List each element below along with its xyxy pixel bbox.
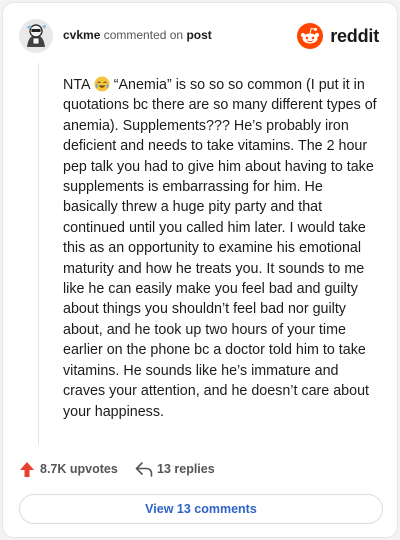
comment-header: cvkme commented on post reddit [17,17,383,57]
reddit-brand: reddit [297,23,379,51]
reddit-wordmark: reddit [330,26,379,46]
view-comments-button[interactable]: View 13 comments [19,494,383,524]
upvote-count: 8.7K upvotes [40,462,118,476]
avatar[interactable] [19,19,53,53]
crying-laughing-emoji-icon [94,76,110,92]
upvote-arrow-icon [20,462,34,477]
comment-body: NTA “Anemia” is so so so common (I put i… [63,75,381,422]
comment-actions: 8.7K upvotes 13 replies [19,460,381,480]
post-link[interactable]: post [186,28,211,42]
reply-arrow-icon [135,462,153,477]
comment-text: “Anemia” is so so so common (I put it in… [63,77,377,420]
reddit-logo-icon [297,23,323,49]
username[interactable]: cvkme [63,28,100,42]
comment-card: cvkme commented on post reddit NTA “Anem… [2,2,398,538]
action-text: commented on [103,28,184,42]
comment-text-start: NTA [63,77,90,93]
thread-line [38,63,39,445]
reply-count: 13 replies [157,462,215,476]
comment-meta: cvkme commented on post [63,28,212,42]
